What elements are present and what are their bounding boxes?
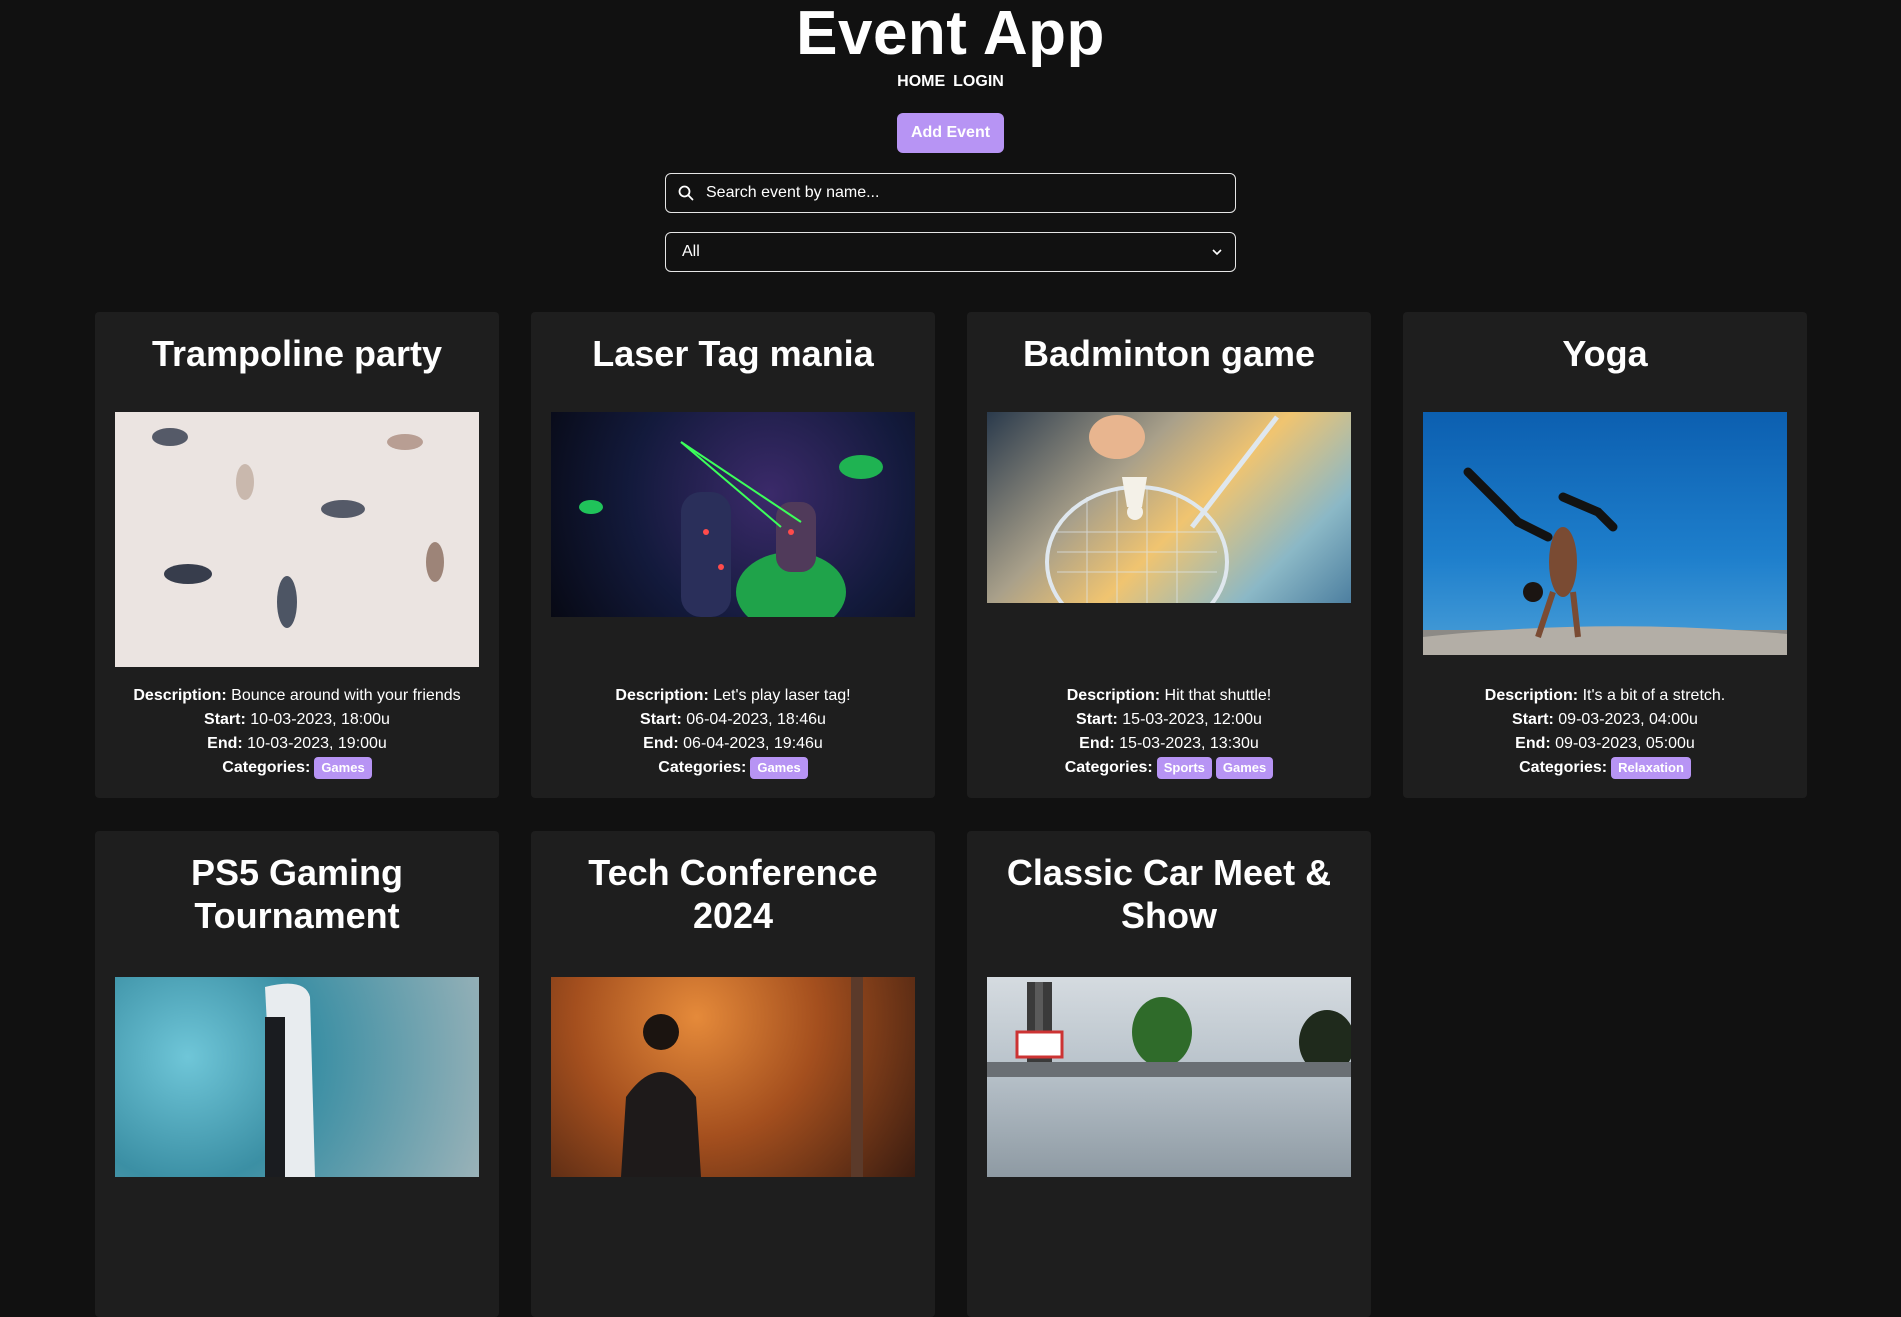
event-end: 09-03-2023, 05:00u	[1555, 735, 1695, 752]
main-nav: HOME LOGIN	[0, 73, 1901, 91]
end-label: End:	[207, 735, 243, 752]
event-card[interactable]: Badminton game Description: Hit that shu…	[967, 312, 1371, 798]
event-image-badminton	[987, 412, 1351, 603]
event-start: 06-04-2023, 18:46u	[686, 711, 826, 728]
category-select[interactable]: All	[665, 232, 1236, 272]
event-details: Description: It's a bit of a stretch. St…	[1485, 684, 1725, 780]
app-title: Event App	[796, 0, 1105, 68]
event-details: Description: Let's play laser tag! Start…	[615, 684, 851, 780]
event-title: Badminton game	[1022, 333, 1316, 374]
chevron-down-icon	[1212, 249, 1222, 256]
event-description: It's a bit of a stretch.	[1582, 687, 1726, 704]
category-badge: Games	[750, 757, 808, 779]
start-label: Start:	[1512, 711, 1554, 728]
event-end: 06-04-2023, 19:46u	[683, 735, 823, 752]
event-description: Hit that shuttle!	[1164, 687, 1272, 704]
description-label: Description:	[1484, 687, 1579, 704]
event-details: Description: Hit that shuttle! Start: 15…	[1065, 684, 1274, 780]
end-label: End:	[1515, 735, 1551, 752]
event-start: 09-03-2023, 04:00u	[1558, 711, 1698, 728]
categories-label: Categories:	[222, 759, 311, 776]
end-label: End:	[1079, 735, 1115, 752]
event-end: 10-03-2023, 19:00u	[247, 735, 387, 752]
nav-login-link[interactable]: LOGIN	[953, 73, 1004, 91]
description-label: Description:	[1066, 687, 1161, 704]
event-image-tech-conference	[551, 977, 915, 1177]
search-box[interactable]	[665, 173, 1236, 213]
event-title: Laser Tag mania	[592, 333, 874, 374]
filters: All	[0, 153, 1901, 272]
event-image-yoga	[1423, 412, 1787, 655]
nav-home-link[interactable]: HOME	[897, 73, 945, 91]
description-label: Description:	[133, 687, 227, 704]
event-image-laser-tag	[551, 412, 915, 617]
categories-label: Categories:	[658, 759, 747, 776]
start-label: Start:	[204, 711, 246, 728]
event-start: 15-03-2023, 12:00u	[1122, 711, 1262, 728]
description-label: Description:	[615, 687, 709, 704]
event-image-ps5	[115, 977, 479, 1177]
category-badge: Relaxation	[1611, 757, 1691, 779]
search-icon	[678, 185, 694, 201]
event-title: Trampoline party	[151, 333, 443, 374]
event-grid: Trampoline party Description: Bounce aro…	[95, 312, 1807, 1317]
event-description: Let's play laser tag!	[713, 687, 851, 704]
event-title: Classic Car Meet & Show	[1006, 852, 1332, 936]
event-card[interactable]: PS5 Gaming Tournament	[95, 831, 499, 1317]
event-card[interactable]: Classic Car Meet & Show	[967, 831, 1371, 1317]
page-header: Event App HOME LOGIN Add Event	[0, 0, 1901, 153]
start-label: Start:	[640, 711, 682, 728]
event-card[interactable]: Tech Conference 2024	[531, 831, 935, 1317]
event-details: Description: Bounce around with your fri…	[133, 684, 461, 780]
category-select-value: All	[682, 243, 700, 260]
event-end: 15-03-2023, 13:30u	[1119, 735, 1259, 752]
categories-label: Categories:	[1519, 759, 1608, 776]
category-badge: Games	[1215, 757, 1274, 779]
category-badge: Games	[314, 757, 372, 779]
categories-label: Categories:	[1064, 759, 1153, 776]
end-label: End:	[643, 735, 679, 752]
event-image-classic-cars	[987, 977, 1351, 1177]
event-card[interactable]: Laser Tag mania Description: Let's play …	[531, 312, 935, 798]
event-description: Bounce around with your friends	[231, 687, 461, 704]
event-title: PS5 Gaming Tournament	[190, 852, 404, 936]
category-badge: Sports	[1156, 757, 1212, 779]
event-title: Tech Conference 2024	[588, 852, 878, 936]
event-card[interactable]: Yoga Description: It's a bit of a stretc…	[1403, 312, 1807, 798]
search-input[interactable]	[706, 184, 1235, 202]
event-card[interactable]: Trampoline party Description: Bounce aro…	[95, 312, 499, 798]
event-title: Yoga	[1562, 333, 1648, 374]
start-label: Start:	[1076, 711, 1118, 728]
event-image-trampoline	[115, 412, 479, 667]
event-start: 10-03-2023, 18:00u	[250, 711, 390, 728]
add-event-button[interactable]: Add Event	[897, 113, 1004, 153]
